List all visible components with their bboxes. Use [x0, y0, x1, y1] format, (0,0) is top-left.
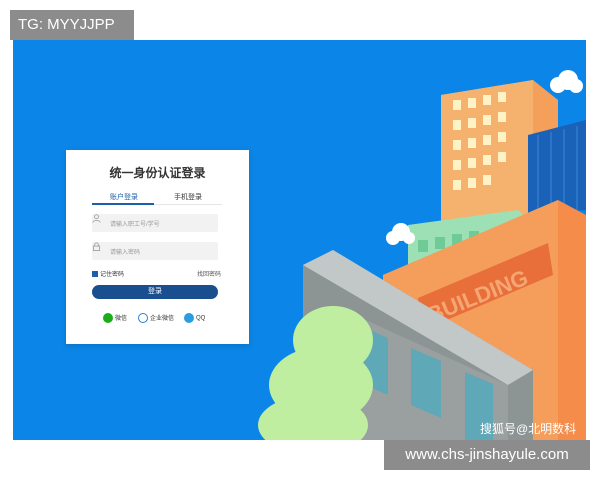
wework-icon [138, 313, 148, 324]
login-card: 统一身份认证登录 账户登录 手机登录 请输入职工号/学号 请输入密码 记住密码 … [66, 150, 249, 344]
login-title: 统一身份认证登录 [109, 166, 206, 180]
username-placeholder: 请输入职工号/学号 [110, 222, 160, 228]
password-placeholder: 请输入密码 [110, 250, 141, 256]
cloud-top [550, 70, 583, 93]
social-login-wechat[interactable]: 微信 [103, 313, 127, 324]
wechat-icon [103, 313, 113, 324]
page: TG: MYYJJPP BUILDING 统一身份认证登录 账户登录 手机登录 … [0, 0, 600, 480]
checkbox-checked-icon [92, 271, 98, 277]
tab-phone-login[interactable]: 手机登录 [174, 192, 202, 202]
active-tab-indicator [92, 203, 154, 205]
tag-badge: TG: MYYJJPP [10, 10, 134, 40]
url-badge: www.chs-jinshayule.com [384, 440, 590, 470]
remember-password-checkbox[interactable]: 记住密码 [92, 269, 124, 278]
login-button[interactable]: 登录 [92, 285, 218, 299]
user-icon [92, 214, 101, 223]
social-login-qq[interactable]: QQ [184, 313, 205, 323]
tab-account-login[interactable]: 账户登录 [110, 192, 138, 202]
tree [258, 306, 373, 440]
lock-icon [92, 242, 101, 251]
remember-label: 记住密码 [100, 272, 125, 278]
sohu-watermark: 搜狐号@北明数科 [480, 422, 577, 436]
username-input[interactable]: 请输入职工号/学号 [92, 214, 218, 232]
qq-icon [184, 313, 194, 323]
forgot-password-link[interactable]: 找回密码 [197, 269, 221, 278]
login-banner-scene: BUILDING 统一身份认证登录 账户登录 手机登录 请输入职工号/学号 请输… [13, 40, 586, 440]
social-login-wework[interactable]: 企业微信 [138, 313, 174, 324]
password-input[interactable]: 请输入密码 [92, 242, 218, 260]
